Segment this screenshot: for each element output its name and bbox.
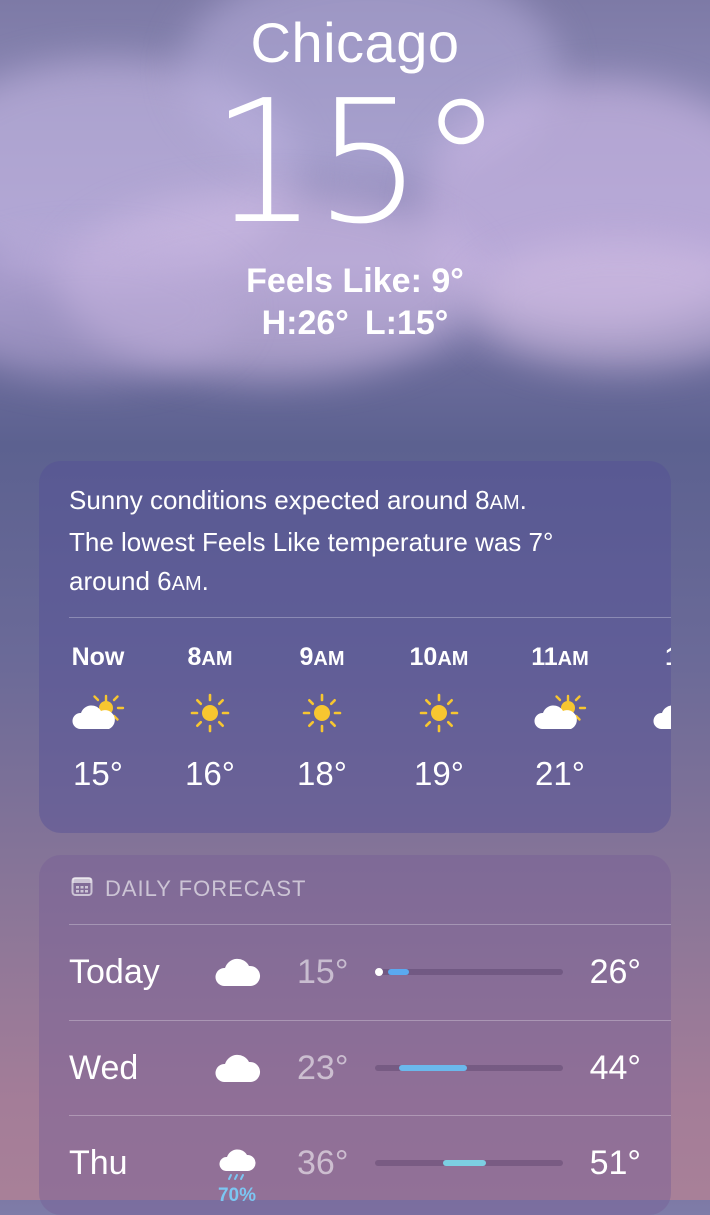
cloud-icon <box>209 1021 265 1116</box>
daily-row-today[interactable]: Today 15° 26° <box>39 925 671 1020</box>
hour-item: 11AM 21° <box>500 641 620 793</box>
daily-forecast-header: DAILY FORECAST <box>71 875 306 903</box>
temperature-range-bar <box>375 1160 563 1166</box>
daily-forecast-title: DAILY FORECAST <box>105 876 307 901</box>
sun-icon <box>262 693 382 733</box>
hourly-forecast-card[interactable]: Sunny conditions expected around 8AM. Th… <box>39 461 671 833</box>
rain-icon: 70% <box>209 1116 265 1215</box>
temperature-range-fill <box>442 1160 486 1166</box>
hour-item: 12 2 <box>619 641 671 793</box>
hour-item: 10AM 19° <box>379 641 499 793</box>
temperature-range-fill <box>388 969 409 975</box>
feels-like: Feels Like: 9° <box>246 262 464 300</box>
temperature-range-fill <box>399 1065 468 1071</box>
partly-cloudy-icon <box>619 693 671 733</box>
partly-cloudy-icon <box>500 693 620 733</box>
hour-item: Now 15° <box>39 641 158 793</box>
hour-item: 9AM 18° <box>262 641 382 793</box>
daily-forecast-card[interactable]: DAILY FORECAST Today 15° 26° Wed 23° 44°… <box>39 855 671 1215</box>
partly-cloudy-icon <box>39 693 158 733</box>
calendar-icon <box>71 875 93 903</box>
precipitation-chance: 70% <box>217 1184 257 1206</box>
divider <box>69 617 671 618</box>
sun-icon <box>379 693 499 733</box>
current-temperature-marker <box>375 968 383 976</box>
cloud-icon <box>209 925 265 1020</box>
temperature-range-bar <box>375 1065 563 1071</box>
weather-summary: Sunny conditions expected around 8AM. Th… <box>69 485 554 596</box>
hour-item: 8AM 16° <box>150 641 270 793</box>
hourly-scroll[interactable]: Now 15° 8AM 16° 9AM 18° 10AM 19° 11AM 21… <box>39 641 671 801</box>
high-low: H:26° L:15° <box>0 304 710 343</box>
sun-icon <box>150 693 270 733</box>
current-temperature: 15° <box>210 64 503 262</box>
low-temp: L:15° <box>364 304 449 342</box>
daily-row-wed[interactable]: Wed 23° 44° <box>39 1021 671 1116</box>
high-temp: H:26° <box>261 304 349 342</box>
temperature-range-bar <box>375 968 563 976</box>
daily-row-thu[interactable]: Thu 70% 36° 51° <box>39 1116 671 1211</box>
